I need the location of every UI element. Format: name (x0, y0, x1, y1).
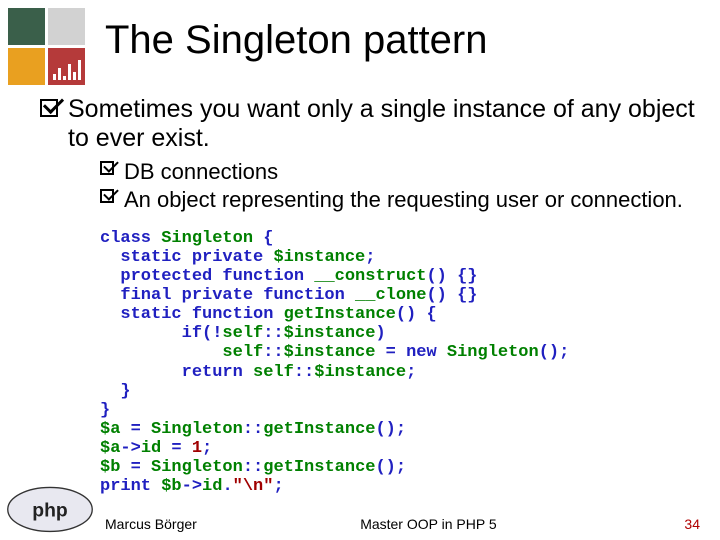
slide-title: The Singleton pattern (105, 18, 700, 63)
bullet-sub-text: An object representing the requesting us… (124, 187, 683, 213)
brand-bars-icon (53, 60, 81, 80)
check-icon (100, 189, 114, 203)
brand-square-green (8, 8, 45, 45)
slide: The Singleton pattern Sometimes you want… (0, 0, 720, 540)
brand-square-grey (48, 8, 85, 45)
code-block: class Singleton { static private $instan… (100, 229, 702, 495)
php-logo-icon: php (6, 484, 94, 534)
bullet-sub: DB connections (100, 159, 702, 185)
bullet-sub: An object representing the requesting us… (100, 187, 702, 213)
check-icon (100, 161, 114, 175)
brand-square-orange (8, 48, 45, 85)
footer: Marcus Börger Master OOP in PHP 5 34 (105, 516, 700, 532)
slide-body: Sometimes you want only a single instanc… (40, 95, 702, 496)
footer-course: Master OOP in PHP 5 (360, 516, 496, 532)
bullet-main-text: Sometimes you want only a single instanc… (68, 95, 702, 153)
svg-text:php: php (32, 499, 68, 521)
bullet-sub-text: DB connections (124, 159, 278, 185)
check-icon (40, 99, 58, 117)
brand-square-red (48, 48, 85, 85)
footer-author: Marcus Börger (105, 516, 197, 532)
footer-slide-number: 34 (660, 516, 700, 532)
brand-squares (8, 8, 88, 88)
bullet-main: Sometimes you want only a single instanc… (40, 95, 702, 153)
sub-bullets: DB connections An object representing th… (100, 159, 702, 214)
